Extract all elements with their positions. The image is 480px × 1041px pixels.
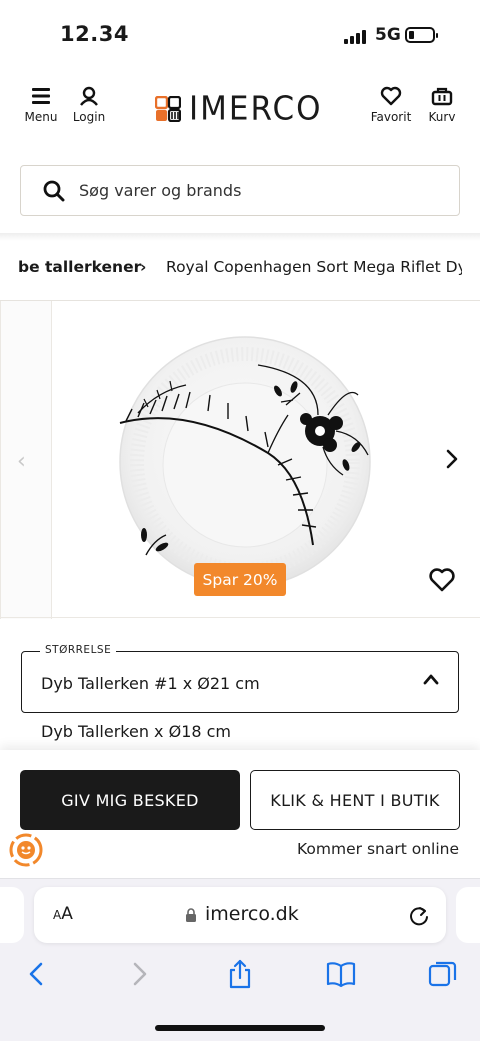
discount-badge: Spar 20%: [194, 563, 286, 596]
cart-button[interactable]: Kurv: [424, 86, 460, 124]
network-type: 5G: [375, 25, 401, 45]
clock: 12.34: [60, 22, 129, 46]
availability-note: Kommer snart online: [297, 840, 459, 858]
previous-tab-preview[interactable]: [0, 887, 24, 943]
home-indicator: [155, 1025, 325, 1031]
url-text: imerco.dk: [205, 903, 299, 925]
lock-icon: [186, 908, 196, 922]
chevron-right-icon: ›: [140, 258, 147, 276]
chat-widget-icon[interactable]: [8, 832, 44, 868]
menu-button[interactable]: Menu: [22, 86, 60, 124]
search-input[interactable]: Søg varer og brands: [20, 165, 460, 216]
notify-me-button[interactable]: GIV MIG BESKED: [20, 770, 240, 830]
divider: [0, 233, 480, 241]
shopping-bag-icon: [431, 87, 453, 106]
logo-text: IMERCO: [189, 90, 323, 128]
address-bar[interactable]: AA imerco.dk: [34, 887, 446, 943]
battery-icon: [405, 27, 438, 43]
tabs-icon[interactable]: [428, 959, 458, 989]
cart-label: Kurv: [428, 110, 456, 124]
chevron-left-icon[interactable]: ‹: [17, 449, 26, 474]
chevron-right-icon[interactable]: [442, 447, 462, 471]
favorites-button[interactable]: Favorit: [368, 86, 414, 124]
status-bar: 12.34 5G: [0, 0, 480, 70]
login-button[interactable]: Login: [70, 86, 108, 124]
size-select-label: STØRRELSE: [40, 644, 117, 656]
reload-icon[interactable]: [408, 903, 430, 927]
divider: [0, 617, 480, 618]
next-tab-preview[interactable]: [456, 887, 480, 943]
heart-icon: [380, 86, 402, 106]
browser-toolbar: AA imerco.dk: [0, 878, 480, 1041]
breadcrumb-link[interactable]: be tallerkener: [18, 258, 141, 276]
size-option[interactable]: Dyb Tallerken x Ø18 cm: [41, 722, 231, 741]
forward-icon[interactable]: [124, 959, 154, 989]
logo-mark-icon: [155, 96, 181, 122]
size-select[interactable]: STØRRELSE Dyb Tallerken #1 x Ø21 cm: [21, 644, 459, 713]
menu-label: Menu: [24, 110, 58, 124]
action-bar: GIV MIG BESKED KLIK & HENT I BUTIK Komme…: [0, 750, 480, 880]
imerco-logo[interactable]: IMERCO: [155, 90, 323, 128]
size-selected-value: Dyb Tallerken #1 x Ø21 cm: [41, 674, 260, 693]
signal-icon: [344, 28, 368, 44]
breadcrumb-current: Royal Copenhagen Sort Mega Riflet Dyb: [166, 258, 462, 276]
share-icon[interactable]: [225, 959, 255, 989]
search-placeholder: Søg varer og brands: [79, 181, 242, 200]
favorites-label: Favorit: [370, 110, 412, 124]
bookmarks-icon[interactable]: [326, 959, 356, 989]
login-label: Login: [72, 110, 106, 124]
breadcrumb: be tallerkener › Royal Copenhagen Sort M…: [0, 258, 480, 280]
click-and-collect-button[interactable]: KLIK & HENT I BUTIK: [250, 770, 460, 830]
hamburger-icon: [32, 88, 50, 104]
product-image-plate: [119, 336, 371, 588]
previous-image-preview[interactable]: ‹: [0, 301, 52, 619]
user-icon: [80, 86, 98, 106]
text-size-button[interactable]: AA: [53, 904, 73, 924]
heart-icon[interactable]: [428, 567, 456, 593]
search-icon: [43, 180, 65, 201]
chevron-up-icon: [423, 674, 439, 685]
product-gallery[interactable]: ‹ Spar 20%: [0, 300, 480, 619]
site-header: Menu Login IMERCO Favorit Kurv: [0, 70, 480, 150]
back-icon[interactable]: [22, 959, 52, 989]
